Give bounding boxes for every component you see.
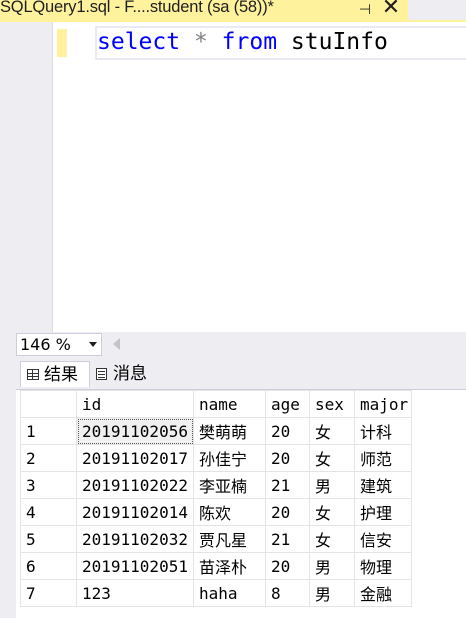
zoom-bar: 146 %: [0, 332, 466, 357]
cell-age[interactable]: 21: [265, 471, 310, 499]
cell-id[interactable]: 20191102032: [76, 525, 194, 553]
table-identifier: stuInfo: [290, 29, 388, 55]
tab-messages-label: 消息: [113, 364, 147, 384]
query-tab-title: SQLQuery1.sql - F....student (sa (58))*: [0, 0, 274, 16]
cell-major[interactable]: 师范: [354, 444, 412, 472]
cell-sex[interactable]: 女: [309, 417, 355, 445]
code-line-1[interactable]: select * from stuInfo: [95, 26, 466, 60]
column-header-age[interactable]: age: [265, 390, 310, 418]
cell-sex[interactable]: 女: [309, 444, 355, 472]
cell-age[interactable]: 8: [265, 579, 310, 607]
cell-id[interactable]: 20191102014: [76, 498, 194, 526]
table-row: 7 123 haha 8 男 金融: [20, 579, 412, 607]
cell-major[interactable]: 计科: [354, 417, 412, 445]
cell-age[interactable]: 20: [265, 498, 310, 526]
table-row: 2 20191102017 孙佳宁 20 女 师范: [20, 444, 412, 472]
cell-name[interactable]: 苗泽朴: [193, 552, 266, 580]
tab-messages[interactable]: 消息: [90, 361, 170, 387]
tab-results[interactable]: 结果: [20, 361, 90, 387]
cell-id[interactable]: 123: [76, 579, 194, 607]
chevron-down-icon: [89, 342, 97, 347]
grid-icon: [27, 369, 39, 380]
tab-results-label: 结果: [44, 365, 78, 385]
pin-icon[interactable]: ⊣: [357, 0, 373, 20]
cell-sex[interactable]: 女: [309, 498, 355, 526]
query-editor[interactable]: select * from stuInfo: [0, 22, 466, 332]
scroll-left-arrow[interactable]: [113, 338, 120, 350]
keyword-from: from: [221, 29, 278, 55]
cell-name[interactable]: 孙佳宁: [193, 444, 266, 472]
header-row: id name age sex major: [20, 390, 412, 418]
cell-id[interactable]: 20191102056: [76, 417, 194, 445]
results-tabs: 结果 消息: [16, 357, 466, 389]
table-row: 3 20191102022 李亚楠 21 男 建筑: [20, 471, 412, 499]
editor-gutter: [0, 22, 53, 332]
keyword-select: select: [97, 29, 181, 55]
column-header-id[interactable]: id: [76, 390, 194, 418]
row-number[interactable]: 7: [20, 579, 77, 607]
cell-name[interactable]: 贾凡星: [193, 525, 266, 553]
column-header-sex[interactable]: sex: [309, 390, 355, 418]
cell-age[interactable]: 21: [265, 525, 310, 553]
table-row: 1 20191102056 樊萌萌 20 女 计科: [20, 417, 412, 445]
cell-major[interactable]: 信安: [354, 525, 412, 553]
row-number[interactable]: 6: [20, 552, 77, 580]
cell-sex[interactable]: 男: [309, 579, 355, 607]
change-marker: [57, 29, 67, 57]
operator-star: *: [193, 29, 208, 55]
row-number-header[interactable]: [20, 390, 77, 418]
table-row: 5 20191102032 贾凡星 21 女 信安: [20, 525, 412, 553]
cell-name[interactable]: 樊萌萌: [193, 417, 266, 445]
cell-name[interactable]: 李亚楠: [193, 471, 266, 499]
cell-sex[interactable]: 男: [309, 471, 355, 499]
zoom-value: 146 %: [20, 335, 71, 354]
cell-age[interactable]: 20: [265, 417, 310, 445]
results-table: id name age sex major 1 20191102056 樊萌萌 …: [20, 390, 412, 607]
cell-id[interactable]: 20191102017: [76, 444, 194, 472]
tabstrip-background: [408, 0, 466, 20]
cell-major[interactable]: 建筑: [354, 471, 412, 499]
row-number[interactable]: 2: [20, 444, 77, 472]
results-grid[interactable]: id name age sex major 1 20191102056 樊萌萌 …: [16, 389, 466, 619]
cell-name[interactable]: haha: [193, 579, 266, 607]
column-header-major[interactable]: major: [354, 390, 412, 418]
row-number[interactable]: 3: [20, 471, 77, 499]
row-number[interactable]: 4: [20, 498, 77, 526]
cell-id[interactable]: 20191102051: [76, 552, 194, 580]
messages-icon: [96, 368, 107, 380]
table-row: 4 20191102014 陈欢 20 女 护理: [20, 498, 412, 526]
cell-age[interactable]: 20: [265, 552, 310, 580]
cell-major[interactable]: 物理: [354, 552, 412, 580]
column-header-name[interactable]: name: [193, 390, 266, 418]
cell-sex[interactable]: 男: [309, 552, 355, 580]
cell-major[interactable]: 金融: [354, 579, 412, 607]
cell-major[interactable]: 护理: [354, 498, 412, 526]
cell-name[interactable]: 陈欢: [193, 498, 266, 526]
query-tab[interactable]: SQLQuery1.sql - F....student (sa (58))* …: [0, 0, 408, 20]
cell-sex[interactable]: 女: [309, 525, 355, 553]
close-icon[interactable]: ✕: [381, 0, 401, 19]
cell-id[interactable]: 20191102022: [76, 471, 194, 499]
row-number[interactable]: 5: [20, 525, 77, 553]
table-row: 6 20191102051 苗泽朴 20 男 物理: [20, 552, 412, 580]
zoom-select[interactable]: 146 %: [16, 333, 102, 356]
row-number[interactable]: 1: [20, 417, 77, 445]
cell-age[interactable]: 20: [265, 444, 310, 472]
